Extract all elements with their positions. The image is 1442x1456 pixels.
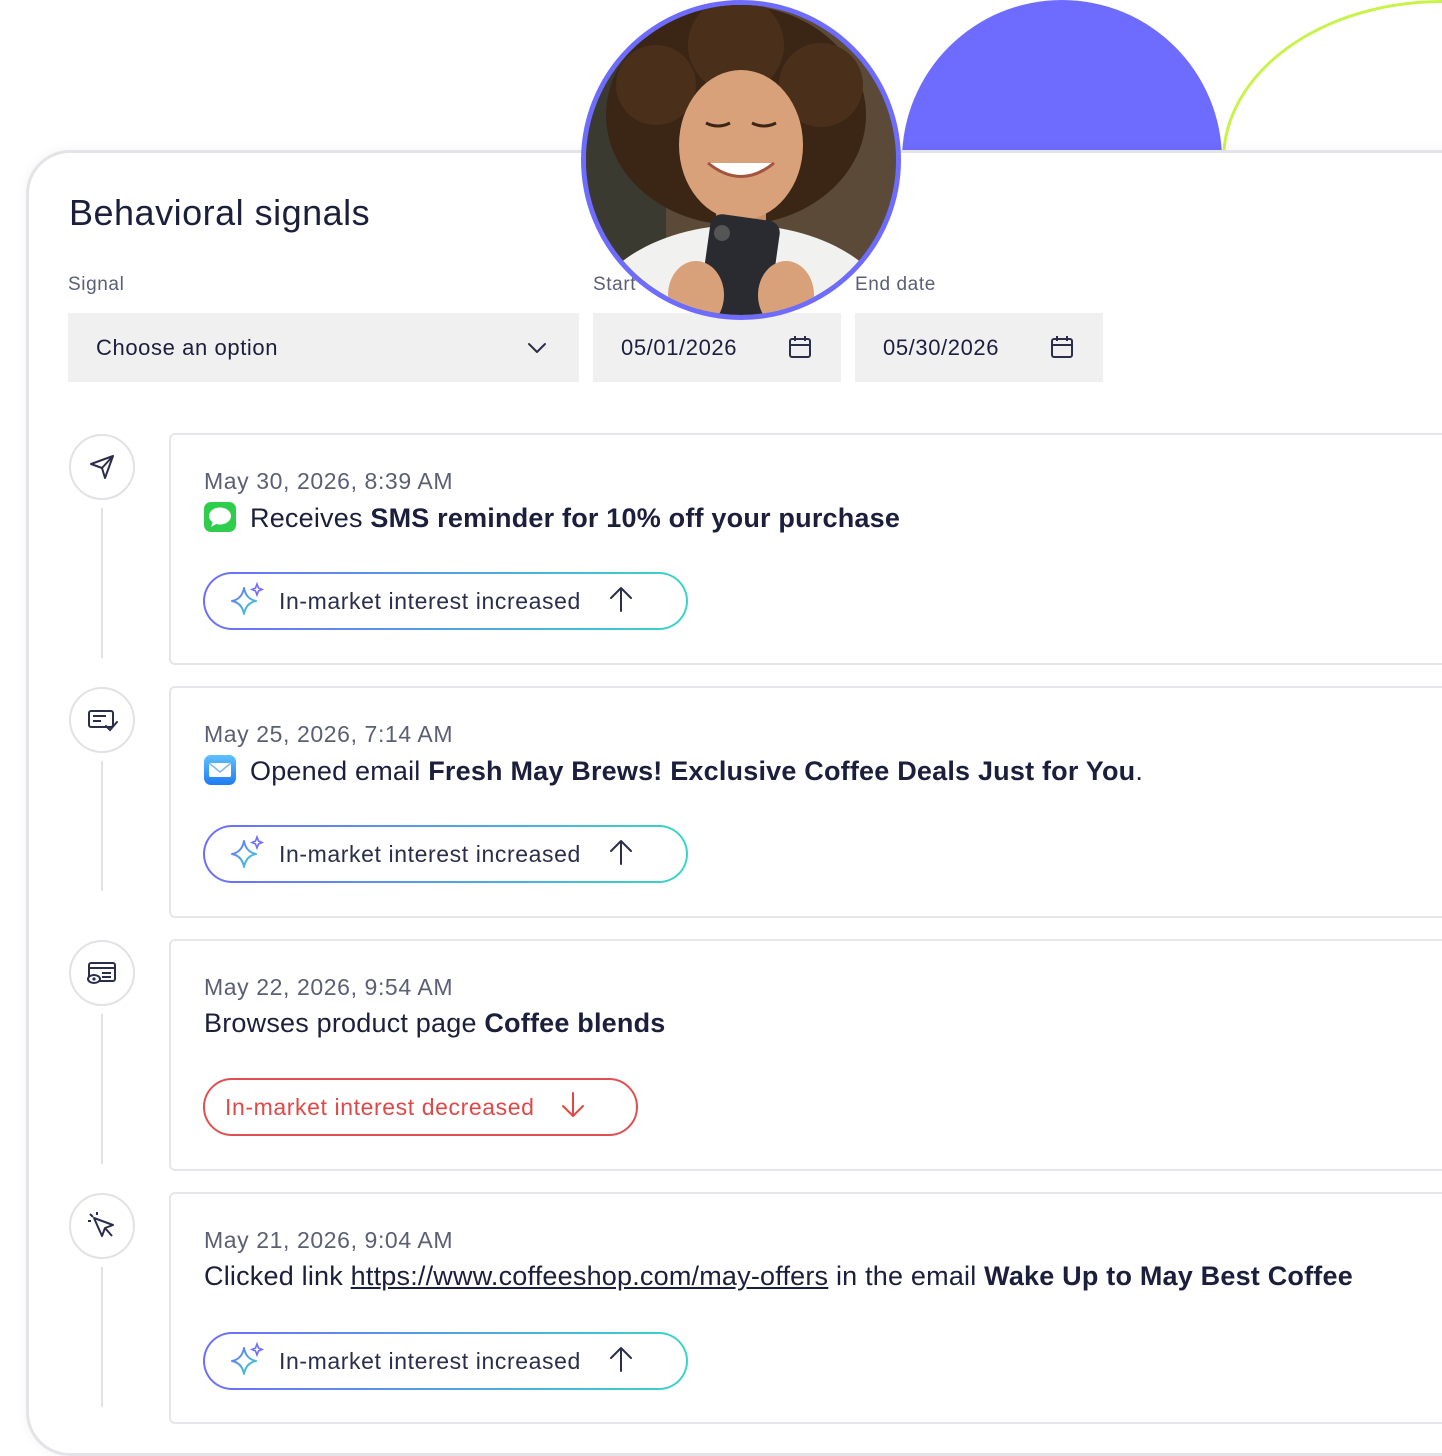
interest-badge-decreased: In-market interest decreased <box>203 1078 638 1136</box>
event-timestamp: May 22, 2026, 9:54 AM <box>204 974 454 1000</box>
badge-label: In-market interest increased <box>279 840 581 867</box>
event-prefix: Browses product page <box>204 1008 485 1038</box>
signal-label: Signal <box>68 274 125 295</box>
event-suffix: . <box>1135 756 1144 786</box>
sparkle-icon <box>229 834 265 874</box>
sparkle-icon <box>229 581 265 621</box>
decorative-lime-arc <box>1222 0 1442 152</box>
event-middle: in the email <box>828 1261 985 1291</box>
event-timestamp: May 25, 2026, 7:14 AM <box>204 721 454 747</box>
event-link[interactable]: https://www.coffeeshop.com/may-offers <box>351 1261 829 1291</box>
timeline-connector <box>101 1267 103 1407</box>
event-subject: Fresh May Brews! Exclusive Coffee Deals … <box>428 756 1136 786</box>
event-description: Opened email Fresh May Brews! Exclusive … <box>204 755 1143 792</box>
timeline-connector <box>101 761 103 891</box>
arrow-up-icon <box>609 838 633 871</box>
event-timestamp: May 30, 2026, 8:39 AM <box>204 468 454 494</box>
mail-app-icon <box>204 755 236 792</box>
event-subject: SMS reminder for 10% off your purchase <box>370 503 901 533</box>
badge-label: In-market interest increased <box>279 587 581 614</box>
event-prefix: Receives <box>250 503 371 533</box>
end-date-label: End date <box>855 274 936 295</box>
end-date-field[interactable]: 05/30/2026 <box>855 313 1103 382</box>
start-date-field[interactable]: 05/01/2026 <box>593 313 841 382</box>
start-date-label: Start <box>593 274 637 295</box>
event-description: Browses product page Coffee blends <box>204 1008 665 1039</box>
email-check-icon <box>69 687 135 753</box>
end-date-value: 05/30/2026 <box>883 334 1000 360</box>
arrow-down-icon <box>561 1091 585 1124</box>
event-description: Clicked link https://www.coffeeshop.com/… <box>204 1261 1442 1292</box>
cursor-click-icon <box>69 1193 135 1259</box>
badge-label: In-market interest increased <box>279 1347 581 1374</box>
send-icon <box>69 434 135 500</box>
decorative-purple-semicircle <box>902 0 1222 150</box>
calendar-icon[interactable] <box>788 335 812 364</box>
interest-badge-increased: In-market interest increased <box>203 572 688 630</box>
interest-badge-increased: In-market interest increased <box>203 1332 688 1390</box>
event-description: Receives SMS reminder for 10% off your p… <box>204 502 900 539</box>
arrow-up-icon <box>609 585 633 618</box>
messages-app-icon <box>204 502 236 539</box>
badge-label: In-market interest decreased <box>225 1093 535 1120</box>
page-title: Behavioral signals <box>69 192 371 233</box>
event-subject: Wake Up to May Best Coffee <box>984 1261 1353 1291</box>
interest-badge-increased: In-market interest increased <box>203 825 688 883</box>
timeline-connector <box>101 508 103 658</box>
event-timestamp: May 21, 2026, 9:04 AM <box>204 1227 454 1253</box>
event-prefix: Opened email <box>250 756 429 786</box>
signal-select[interactable]: Choose an option <box>68 313 579 382</box>
event-subject: Coffee blends <box>484 1008 666 1038</box>
event-prefix: Clicked link <box>204 1261 351 1291</box>
arrow-up-icon <box>609 1345 633 1378</box>
customer-avatar <box>581 0 901 320</box>
sparkle-icon <box>229 1341 265 1381</box>
chevron-down-icon <box>526 337 548 364</box>
calendar-icon[interactable] <box>1050 335 1074 364</box>
signal-select-value: Choose an option <box>96 334 279 360</box>
page-view-icon <box>69 940 135 1006</box>
timeline-connector <box>101 1014 103 1164</box>
start-date-value: 05/01/2026 <box>621 334 738 360</box>
